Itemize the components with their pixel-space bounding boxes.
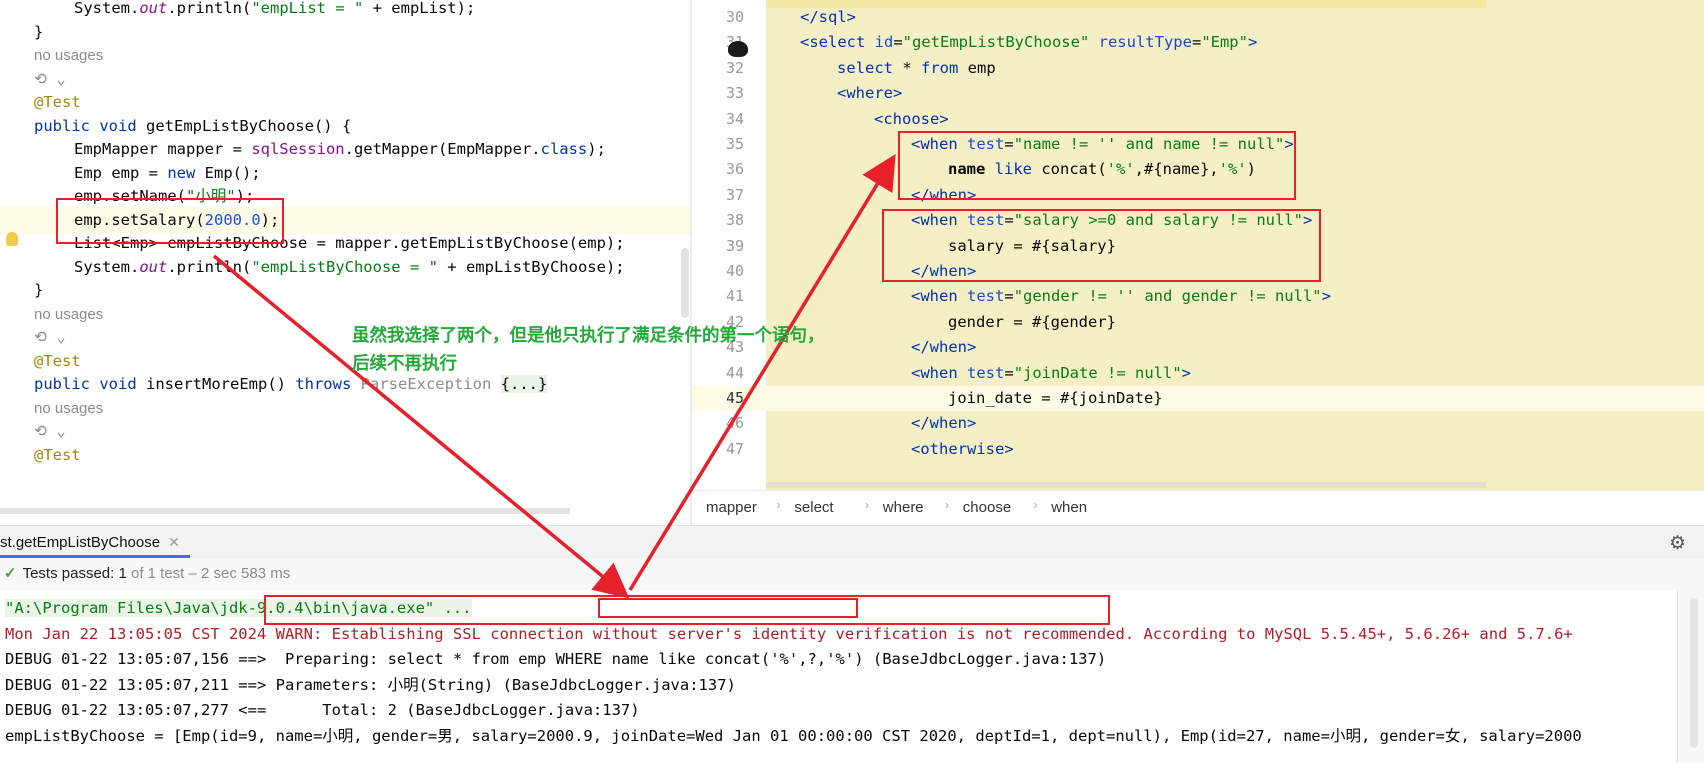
arrow-to-console — [212, 254, 630, 599]
annotation-line-2: 后续不再执行 — [352, 354, 457, 374]
annotation-line-1: 虽然我选择了两个，但是他只执行了满足条件的第一个语句， — [352, 326, 825, 346]
annotation-note: 虽然我选择了两个，但是他只执行了满足条件的第一个语句， 后续不再执行 — [352, 322, 825, 378]
annotation-arrows — [212, 154, 896, 599]
